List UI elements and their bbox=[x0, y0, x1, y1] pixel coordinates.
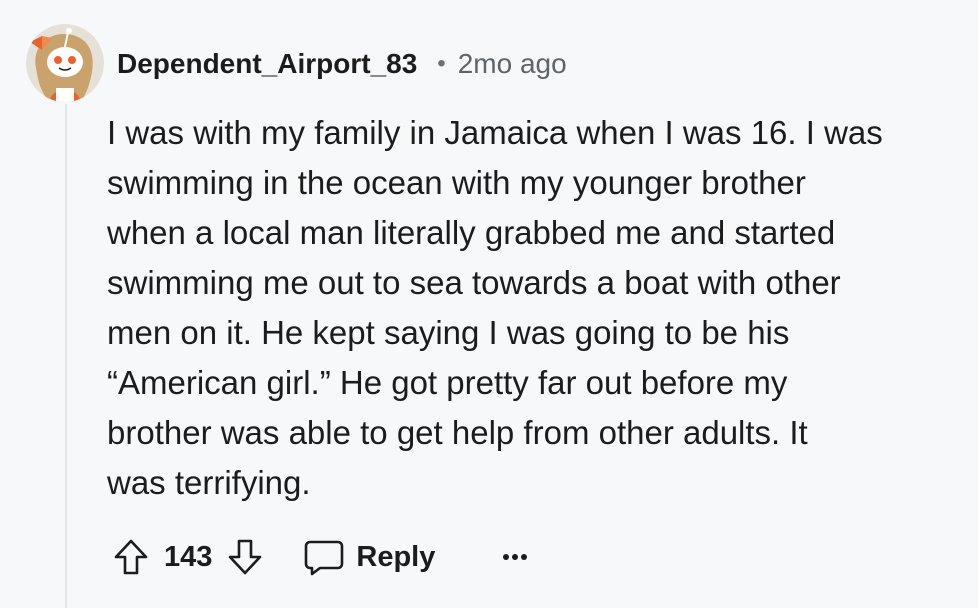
username-link[interactable]: Dependent_Airport_83 bbox=[117, 48, 417, 80]
comment-body-line: “American girl.” He got pretty far out b… bbox=[107, 364, 788, 401]
arrow-up-outline-icon bbox=[114, 539, 148, 575]
arrow-down-outline-icon bbox=[229, 539, 262, 575]
vote-score: 143 bbox=[164, 540, 213, 573]
speech-bubble-icon bbox=[305, 540, 344, 576]
comment-body-line: was terrifying. bbox=[107, 464, 311, 501]
comment-body-line: when a local man literally grabbed me an… bbox=[107, 214, 836, 251]
comment-body-line: I was with my family in Jamaica when I w… bbox=[107, 114, 883, 151]
comment-body-line: swimming in the ocean with my younger br… bbox=[107, 164, 806, 201]
reply-label: Reply bbox=[356, 540, 436, 573]
downvote-button[interactable] bbox=[224, 536, 266, 578]
comment-body-line: brother was able to get help from other … bbox=[107, 414, 808, 451]
comment-body-line: swimming me out to sea towards a boat wi… bbox=[107, 264, 841, 301]
comment: Dependent_Airport_83 • 2mo ago I was wit… bbox=[0, 0, 978, 608]
comment-body-line: men on it. He kept saying I was going to… bbox=[107, 314, 790, 351]
comment-actions: 143 Reply bbox=[110, 532, 535, 582]
comment-header: Dependent_Airport_83 • 2mo ago bbox=[117, 44, 567, 84]
snoo-avatar-icon bbox=[26, 24, 104, 102]
upvote-button[interactable] bbox=[110, 536, 152, 578]
reply-button[interactable]: Reply bbox=[304, 538, 435, 576]
thread-line[interactable] bbox=[65, 104, 67, 608]
comment-body: I was with my family in Jamaica when I w… bbox=[107, 108, 967, 508]
ellipsis-icon bbox=[503, 554, 528, 560]
more-options-button[interactable] bbox=[495, 537, 535, 577]
timestamp[interactable]: 2mo ago bbox=[458, 48, 567, 80]
avatar[interactable] bbox=[26, 24, 104, 102]
separator-dot: • bbox=[437, 50, 446, 77]
